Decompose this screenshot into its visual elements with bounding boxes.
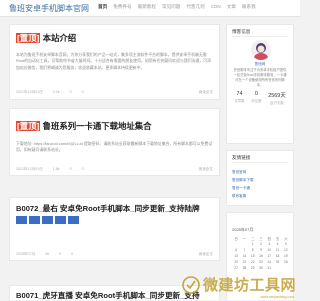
post-title-text: 鲁班系列一卡通下载地址集合 [42, 121, 152, 131]
post-date: 2025年07月 [16, 252, 36, 256]
pinned-tag: [置顶] [16, 121, 41, 131]
avatar-icon [254, 43, 268, 60]
nav-item-faq[interactable]: 常见问题 [162, 4, 180, 10]
friend-link[interactable]: 鲁班官网 [232, 168, 288, 176]
watermark-url: www.weijianfang.com [260, 295, 294, 299]
thumbnail [55, 216, 66, 224]
post-likes: 0 [81, 167, 84, 171]
stat-posts: 74 文章数 [234, 91, 245, 103]
thumbnail [68, 216, 79, 224]
post-comments: 0 [69, 167, 72, 171]
links-widget: 友情链接 鲁班官网 鲁班脚本下载 鲁班一卡通 联系客服 [226, 150, 294, 206]
main-nav: 首页 免费养号 最新教程 常见问题 代售几何 CDN 文章 联系我 [98, 4, 256, 10]
post-meta: 2021年12月01日 1.8k 0 0 阅读全文 [16, 167, 213, 172]
post-meta: 2025年07月 26 0 0 阅读全文 [16, 252, 213, 257]
post-meta: 2021年12月01日 3.2k 0 0 阅读全文 [16, 90, 213, 95]
post-likes: 0 [71, 252, 74, 256]
nav-item-agency[interactable]: 代售几何 [186, 4, 204, 10]
avatar[interactable] [251, 40, 271, 60]
calendar-table: 日一二三四五六 12345 6 7 8 9 10 11 12 13 14 15 16 17 18 19 … [234, 236, 288, 271]
nav-item-free[interactable]: 免费养号 [113, 4, 131, 10]
friend-link[interactable]: 联系客服 [232, 192, 288, 200]
stat-days: 2569天 运行天数 [268, 93, 286, 105]
nav-item-articles[interactable]: 文章 [227, 4, 236, 10]
read-more-link[interactable]: 阅读全文 [199, 167, 213, 172]
profile-widget: 博客信息 鲁班网 鲁班脚本专注于为安卓手机用户提供一站式免Root手机脚本服务，… [226, 24, 294, 144]
post-title[interactable]: B0072_最右 安卓免Root手机脚本_同步更新_支持陆牌 [16, 203, 200, 214]
top-bar: 鲁班安卓手机脚本官网 首页 免费养号 最新教程 常见问题 代售几何 CDN 文章… [0, 0, 300, 17]
post-card: [置顶] 鲁班系列一卡通下载地址集合 下载地址: https://lanzoui… [9, 108, 220, 176]
nav-item-tutorials[interactable]: 最新教程 [138, 4, 156, 10]
thumbnail [16, 216, 27, 224]
post-views: 26 [45, 252, 50, 256]
read-more-link[interactable]: 阅读全文 [199, 252, 213, 257]
friend-link[interactable]: 鲁班一卡通 [232, 184, 288, 192]
profile-description: 鲁班脚本专注于为安卓手机用户提供一站式免Root手机脚本服务，一卡通可在一个设备… [233, 68, 287, 87]
post-title[interactable]: [置顶] 本站介绍 [16, 32, 76, 44]
post-title-text: 本站介绍 [42, 33, 77, 43]
post-card: [置顶] 本站介绍 本站为鲁班手机安卓脚本官网，为你分享我们的产品一站式，集多项… [9, 24, 220, 100]
post-views: 1.8k [52, 167, 60, 171]
link-list: 鲁班官网 鲁班脚本下载 鲁班一卡通 联系客服 [232, 168, 288, 200]
watermark: 微建坊工具网 [182, 274, 296, 295]
post-comments: 0 [59, 252, 62, 256]
stat-comments: 0 评论数 [251, 91, 262, 103]
post-date: 2021年12月01日 [16, 167, 43, 171]
divider [232, 36, 288, 37]
post-date: 2021年12月01日 [16, 90, 43, 94]
calendar-month: 2025年07月 [232, 227, 254, 232]
thumbnail [29, 216, 40, 224]
post-likes: 0 [81, 90, 84, 94]
post-comments: 0 [69, 90, 72, 94]
widget-title: 友情链接 [232, 155, 251, 160]
nav-item-contact[interactable]: 联系我 [242, 4, 256, 10]
post-title[interactable]: B0071_虎牙直播 安卓免Root手机脚本_同步更新_支持 [16, 290, 200, 301]
watermark-text: 微建坊工具网 [202, 277, 296, 294]
pinned-tag: [置顶] [16, 33, 41, 43]
watermark-logo-icon [182, 275, 200, 294]
post-excerpt: 本站为鲁班手机安卓脚本官网，为你分享我们的产品一站式，集多项主流软件平台的脚本，… [16, 52, 211, 70]
post-card: B0072_最右 安卓免Root手机脚本_同步更新_支持陆牌 2025年07月 … [9, 197, 220, 261]
post-excerpt: 下载地址: https://lanzoui.com/b0j2LzJd 提取密码：… [16, 141, 213, 153]
nav-item-cdn[interactable]: CDN [211, 4, 221, 10]
nav-item-home[interactable]: 首页 [98, 4, 107, 10]
post-views: 3.2k [52, 90, 60, 94]
thumbnail [42, 216, 53, 224]
profile-name[interactable]: 鲁班网 [227, 62, 293, 67]
site-brand[interactable]: 鲁班安卓手机脚本官网 [9, 3, 89, 14]
friend-link[interactable]: 鲁班脚本下载 [232, 176, 288, 184]
profile-stats: 74 文章数 0 评论数 2569天 运行天数 [231, 91, 289, 105]
read-more-link[interactable]: 阅读全文 [199, 90, 213, 95]
widget-title: 博客信息 [232, 29, 251, 34]
divider [232, 162, 288, 163]
post-title[interactable]: [置顶] 鲁班系列一卡通下载地址集合 [16, 120, 152, 132]
post-thumbnails [16, 216, 79, 224]
